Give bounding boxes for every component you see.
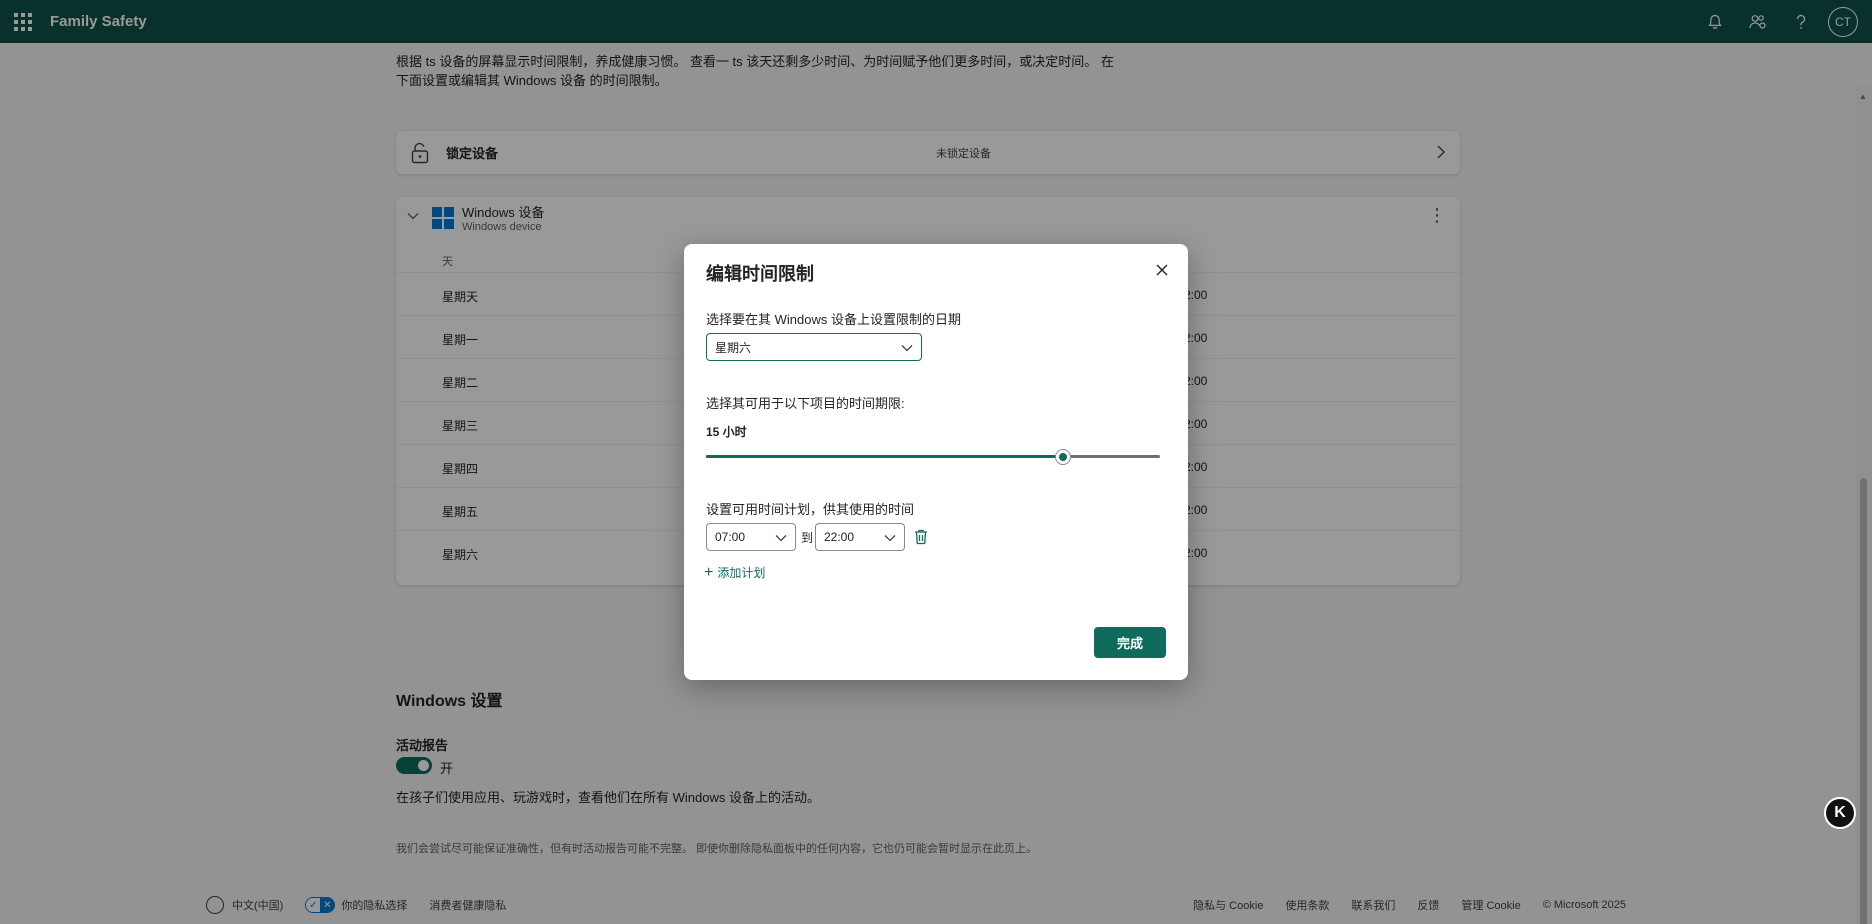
from-time-value: 07:00 (715, 530, 746, 544)
close-icon[interactable] (1154, 262, 1170, 278)
chevron-down-icon (901, 342, 913, 356)
add-plan-button[interactable]: + 添加计划 (704, 564, 765, 581)
done-button[interactable]: 完成 (1094, 627, 1166, 658)
edit-time-limit-dialog: 编辑时间限制 选择要在其 Windows 设备上设置限制的日期 星期六 选择其可… (684, 244, 1188, 680)
delete-schedule-icon[interactable] (913, 528, 929, 546)
chevron-down-icon (884, 532, 896, 546)
time-limit-label: 选择其可用于以下项目的时间期限: (706, 396, 905, 411)
dialog-title: 编辑时间限制 (706, 264, 814, 284)
day-select-value: 星期六 (715, 340, 752, 355)
to-time-select[interactable]: 22:00 (815, 523, 905, 551)
to-label: 到 (801, 531, 814, 545)
schedule-label: 设置可用时间计划，供其使用的时间 (706, 502, 915, 517)
hours-slider[interactable] (706, 449, 1160, 465)
slider-thumb[interactable] (1055, 449, 1072, 465)
hours-value: 15 小时 (706, 425, 747, 439)
from-time-select[interactable]: 07:00 (706, 523, 796, 551)
day-select[interactable]: 星期六 (706, 333, 922, 361)
plus-icon: + (704, 563, 714, 581)
to-time-value: 22:00 (824, 530, 855, 544)
day-select-label: 选择要在其 Windows 设备上设置限制的日期 (706, 312, 961, 327)
floating-k-button[interactable]: K (1824, 797, 1856, 829)
chevron-down-icon (775, 532, 787, 546)
add-plan-label: 添加计划 (717, 566, 766, 580)
